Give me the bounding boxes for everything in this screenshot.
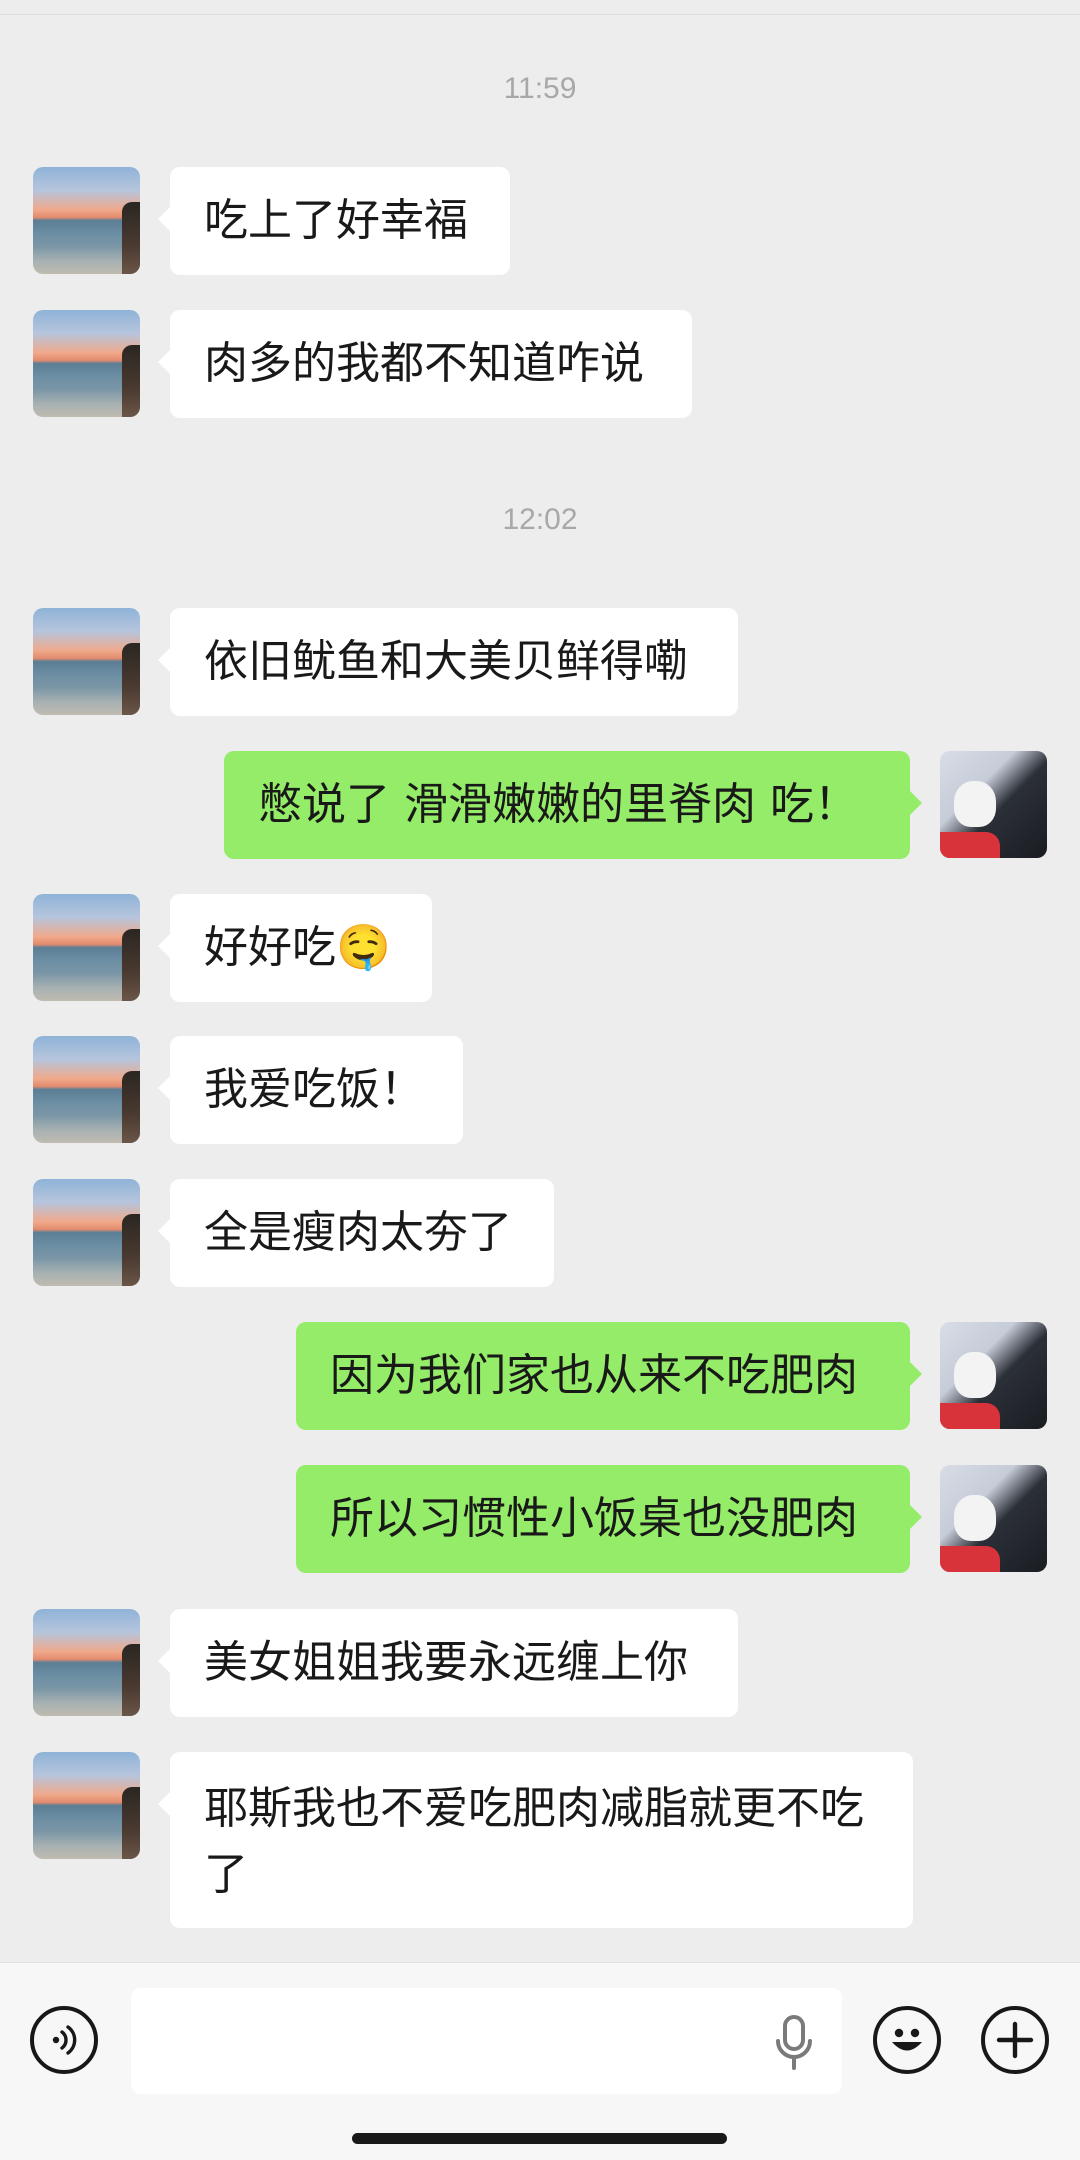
emoji-icon xyxy=(892,2028,922,2051)
incoming-message[interactable]: 好好吃🤤 xyxy=(158,894,432,1002)
contact-avatar[interactable] xyxy=(33,167,140,274)
timestamp: 11:59 xyxy=(503,72,577,105)
home-indicator[interactable] xyxy=(352,2133,727,2144)
input-bar xyxy=(0,1962,1080,2160)
microphone-icon[interactable] xyxy=(774,2015,814,2071)
incoming-message[interactable]: 耶斯我也不爱吃肥肉减脂就更不吃了 xyxy=(158,1752,913,1928)
contact-avatar[interactable] xyxy=(33,1036,140,1143)
contact-avatar[interactable] xyxy=(33,608,140,715)
incoming-message[interactable]: 肉多的我都不知道咋说 xyxy=(158,310,692,418)
contact-avatar[interactable] xyxy=(33,1179,140,1286)
voice-button[interactable] xyxy=(30,2006,98,2074)
my-avatar[interactable] xyxy=(940,1465,1047,1572)
outgoing-message[interactable]: 因为我们家也从来不吃肥肉 xyxy=(296,1322,922,1430)
incoming-message[interactable]: 美女姐姐我要永远缠上你 xyxy=(158,1609,738,1717)
plus-icon xyxy=(996,2021,1034,2059)
voice-icon xyxy=(52,2025,77,2055)
contact-avatar[interactable] xyxy=(33,1609,140,1716)
emoji-button[interactable] xyxy=(873,2006,941,2074)
contact-avatar[interactable] xyxy=(33,310,140,417)
my-avatar[interactable] xyxy=(940,1322,1047,1429)
timestamp: 12:02 xyxy=(502,503,578,536)
contact-avatar[interactable] xyxy=(33,894,140,1001)
incoming-message[interactable]: 依旧鱿鱼和大美贝鲜得嘞 xyxy=(158,608,738,716)
chat-history[interactable]: 11:59 吃上了好幸福 肉多的我都不知道咋说 12:02 依旧鱿鱼和大美贝鲜得… xyxy=(0,0,1080,1962)
more-button[interactable] xyxy=(981,2006,1049,2074)
outgoing-message[interactable]: 所以习惯性小饭桌也没肥肉 xyxy=(296,1465,922,1573)
incoming-message[interactable]: 我爱吃饭！ xyxy=(158,1036,463,1144)
incoming-message[interactable]: 吃上了好幸福 xyxy=(158,167,510,275)
my-avatar[interactable] xyxy=(940,751,1047,858)
outgoing-message[interactable]: 憋说了 滑滑嫩嫩的里脊肉 吃！ xyxy=(224,751,922,859)
message-input[interactable] xyxy=(131,1988,842,2094)
contact-avatar[interactable] xyxy=(33,1752,140,1859)
incoming-message[interactable]: 全是瘦肉太夯了 xyxy=(158,1179,554,1287)
